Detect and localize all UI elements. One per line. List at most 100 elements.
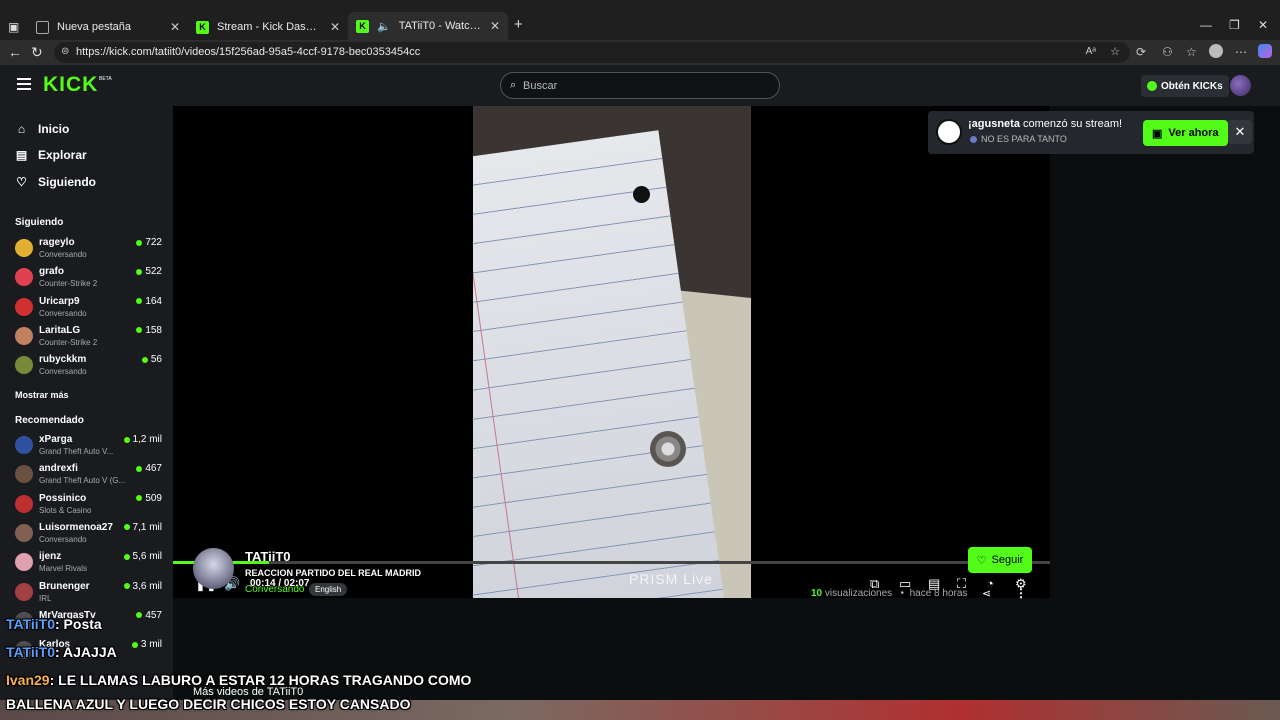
viewer-count-value: 158 (145, 324, 162, 336)
kick-logo[interactable]: KICK (43, 73, 98, 97)
extensions-icon[interactable]: ⟳ (1136, 45, 1146, 59)
site-info-icon[interactable]: ⊜ (61, 46, 69, 57)
channel-item[interactable]: rageylo Conversando 722 (15, 237, 165, 265)
video-category[interactable]: Conversando (245, 584, 304, 595)
read-aloud-icon[interactable]: Aᵃ (1086, 46, 1096, 57)
speaker-icon: 🔈 (377, 20, 391, 33)
url-field[interactable]: ⊜ https://kick.com/tatiit0/videos/15f256… (54, 42, 1130, 63)
viewer-count: 7,1 mil (123, 522, 162, 533)
menu-icon[interactable] (17, 78, 31, 90)
sidebar-item-inicio[interactable]: ⌂ Inicio (15, 120, 69, 138)
channel-category: Counter-Strike 2 (39, 337, 98, 347)
window-close-icon[interactable]: ✕ (1258, 18, 1268, 32)
tab-label: Stream - Kick Dashboard (217, 21, 322, 33)
video-player[interactable]: PRISM Live ❚❚ 🔊 00:14 / 02:07 ⧉ ▭ ▤ ⛶ ◔ … (173, 106, 1050, 598)
viewer-count-value: 3,6 mil (132, 580, 162, 592)
tab-new-tab[interactable]: Nueva pestaña ✕ (28, 14, 188, 40)
tab-dashboard[interactable]: K Stream - Kick Dashboard ✕ (188, 14, 348, 40)
sidebar-item-siguiendo[interactable]: ♡ Siguiendo (15, 173, 96, 191)
channel-item[interactable]: Possinico Slots & Casino 509 (15, 493, 165, 521)
reload-icon[interactable]: ↻ (31, 44, 43, 61)
get-kicks-label: Obtén KICKs (1161, 80, 1223, 92)
watch-now-button[interactable]: ▣ Ver ahora (1143, 120, 1228, 146)
channel-category: Grand Theft Auto V (G... (39, 476, 126, 486)
views-count: 10 (811, 588, 823, 599)
channel-item[interactable]: Luisormenoa27 Conversando 7,1 mil (15, 522, 165, 550)
copilot-icon[interactable] (1258, 44, 1272, 58)
kick-app: KICK BETA ⌕ Buscar Obtén KICKs ⌂ Inicio … (0, 65, 1280, 720)
channel-item[interactable]: rubyckkm Conversando 56 (15, 354, 165, 382)
channel-item[interactable]: ijenz Marvel Rivals 5,6 mil (15, 551, 165, 579)
channel-category: Conversando (39, 250, 87, 259)
category-icon (970, 135, 977, 143)
viewer-count-value: 164 (145, 295, 162, 307)
chat-user: Ivan29 (6, 672, 50, 688)
channel-avatar (15, 465, 33, 484)
back-icon[interactable]: ← (8, 44, 22, 60)
home-icon: ⌂ (17, 122, 26, 136)
tab-actions-icon[interactable]: ▣ (8, 20, 19, 34)
channel-category: Slots & Casino (39, 505, 92, 515)
tab-label: TATiiT0 - Watch the VOD on (398, 20, 482, 32)
live-dot-icon (131, 641, 138, 648)
channel-item[interactable]: grafo Counter-Strike 2 522 (15, 266, 165, 294)
user-avatar[interactable] (1230, 75, 1251, 96)
channel-item[interactable]: andrexfi Grand Theft Auto V (G... 467 (15, 463, 165, 491)
chat-user: TATiiT0 (6, 644, 55, 660)
split-screen-icon[interactable]: ⚇ (1162, 45, 1173, 59)
live-dot-icon (123, 553, 130, 560)
page-icon (36, 20, 49, 34)
close-icon[interactable]: ✕ (490, 19, 500, 33)
viewer-count-value: 522 (145, 266, 162, 278)
viewer-count-value: 5,6 mil (132, 551, 162, 563)
channel-category: IRL (39, 593, 52, 603)
overlay-chat-line: BALLENA AZUL Y LUEGO DECIR CHICOS ESTOY … (6, 696, 411, 712)
live-dot-icon (136, 612, 143, 619)
sidebar-item-explorar[interactable]: ▤ Explorar (15, 146, 87, 164)
browser-tab-bar: ▣ Nueva pestaña ✕ K Stream - Kick Dashbo… (0, 0, 1280, 40)
tv-icon: ▣ (1152, 127, 1163, 140)
live-dot-icon (136, 465, 143, 472)
share-icon[interactable]: ⋖ (982, 587, 991, 600)
channel-category: Marvel Rivals (39, 564, 88, 574)
overlay-chat-line: Ivan29: LE LLAMAS LABURO A ESTAR 12 HORA… (6, 672, 471, 688)
search-placeholder: Buscar (523, 80, 558, 92)
tab-vod[interactable]: K 🔈 TATiiT0 - Watch the VOD on ✕ (348, 12, 508, 40)
notification-text: ¡agusneta comenzó su stream! (968, 118, 1122, 130)
more-options-icon[interactable]: ⋮ (1015, 586, 1027, 600)
follow-button[interactable]: ♡ Seguir (968, 547, 1032, 573)
channel-name: Possinico (39, 492, 87, 504)
search-input[interactable]: ⌕ Buscar (500, 72, 780, 99)
restore-icon[interactable]: ❐ (1229, 18, 1240, 32)
more-icon[interactable]: ⋯ (1235, 45, 1247, 59)
channel-avatar (15, 494, 33, 513)
channel-item[interactable]: Brunenger IRL 3,6 mil (15, 581, 165, 609)
channel-avatar[interactable] (193, 548, 234, 589)
search-icon: ⌕ (510, 79, 517, 91)
new-tab-button[interactable]: + (514, 16, 523, 33)
channel-name[interactable]: TATiiT0 (245, 549, 291, 564)
close-icon[interactable]: ✕ (170, 20, 180, 34)
nav-label: Inicio (38, 122, 70, 136)
seek-bar[interactable] (173, 561, 1050, 564)
favorite-icon[interactable]: ☆ (1110, 45, 1120, 58)
language-tag[interactable]: English (309, 583, 348, 596)
close-icon[interactable]: ✕ (330, 20, 340, 34)
favorites-icon[interactable]: ☆ (1186, 45, 1197, 59)
channel-item[interactable]: Uricarp9 Conversando 164 (15, 296, 165, 324)
channel-name: xParga (39, 434, 73, 445)
channel-avatar (15, 356, 33, 375)
channel-item[interactable]: LaritaLG Counter-Strike 2 158 (15, 325, 165, 353)
heart-icon: ♡ (976, 554, 987, 567)
channel-item[interactable]: xParga Grand Theft Auto V... 1,2 mil (15, 434, 165, 462)
viewer-count-value: 3 mil (140, 639, 162, 651)
video-frame: PRISM Live (473, 106, 751, 598)
close-notification-button[interactable]: ✕ (1228, 120, 1252, 144)
profile-icon[interactable] (1209, 44, 1223, 58)
follow-label: Seguir (991, 554, 1024, 566)
get-kicks-button[interactable]: Obtén KICKs (1141, 75, 1229, 97)
channel-category: Conversando (39, 367, 87, 377)
recommended-heading: Recomendado (15, 415, 84, 426)
minimize-icon[interactable]: — (1200, 18, 1212, 32)
show-more-link[interactable]: Mostrar más (15, 390, 69, 400)
